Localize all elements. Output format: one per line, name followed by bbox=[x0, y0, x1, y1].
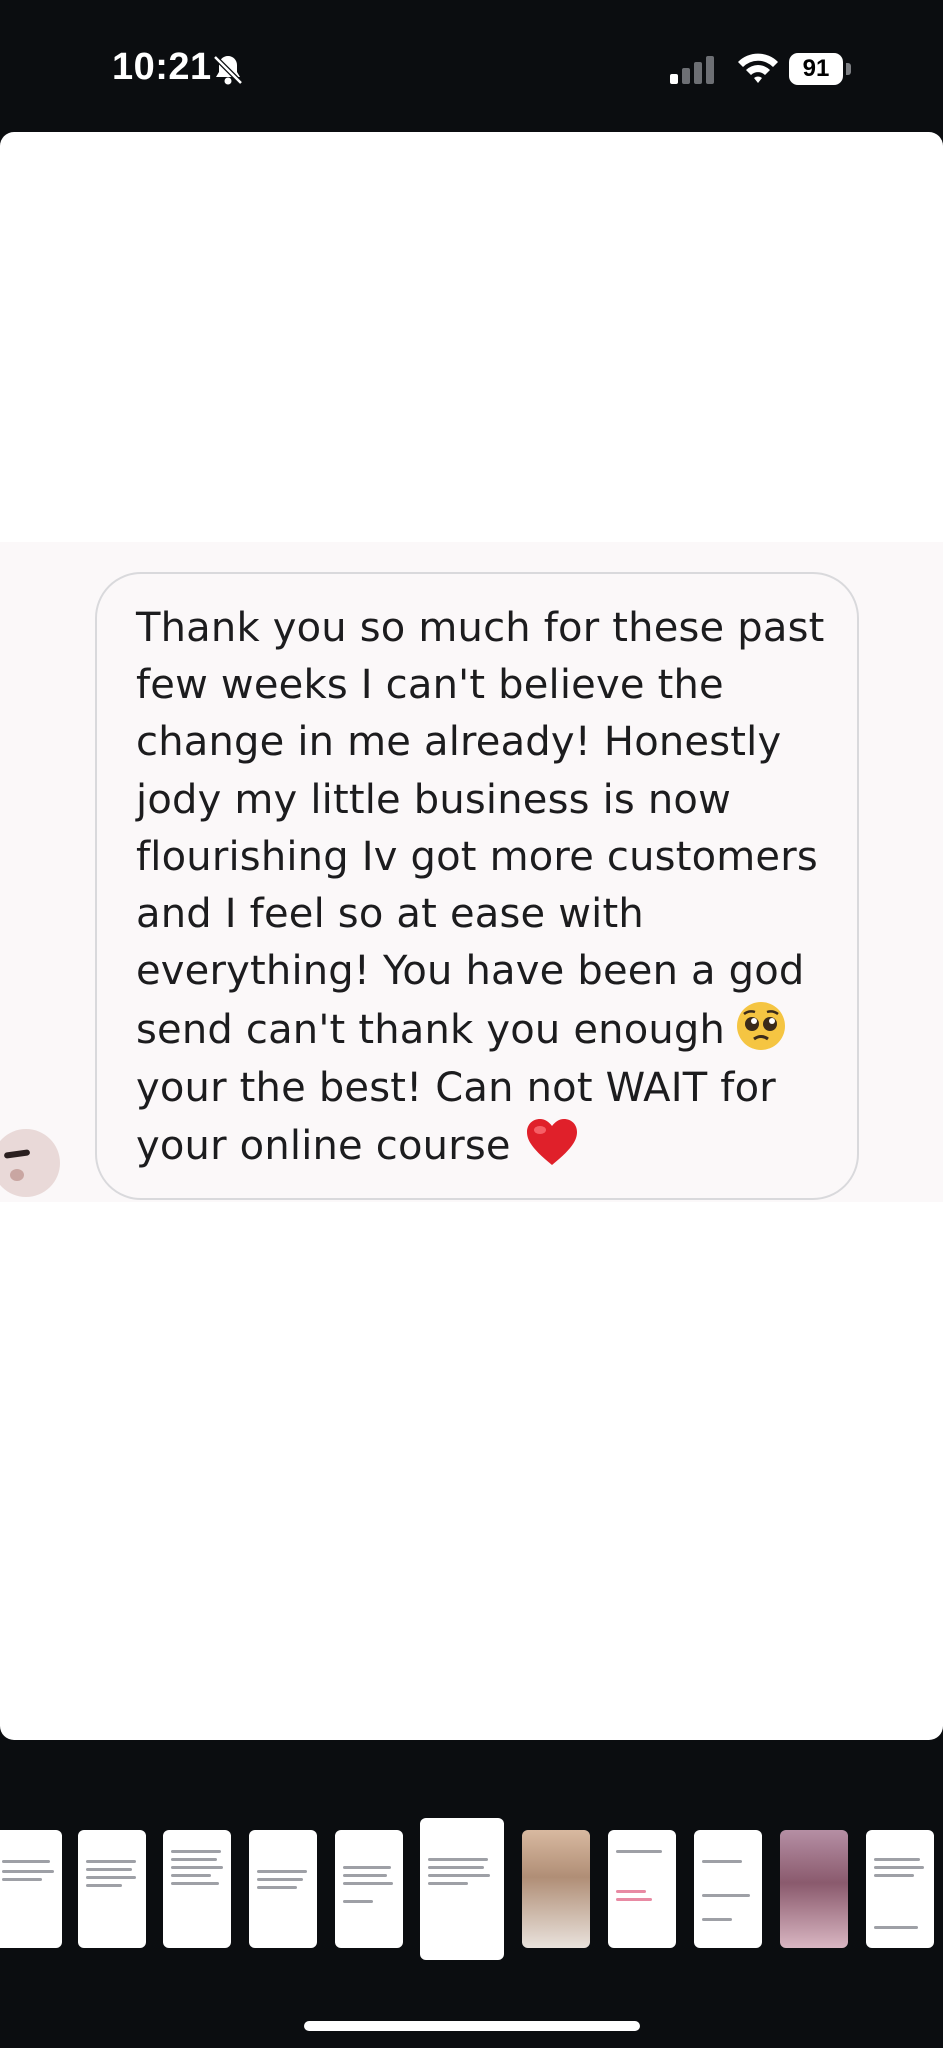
message-line: Thank you so much for these past bbox=[136, 605, 825, 651]
message-text: Thank you so much for these past few wee… bbox=[136, 600, 836, 1175]
story-thumbnail[interactable] bbox=[0, 1830, 62, 1948]
story-thumbnail[interactable] bbox=[866, 1830, 934, 1948]
story-thumbnail[interactable] bbox=[335, 1830, 403, 1948]
avatar-detail bbox=[3, 1149, 31, 1159]
message-line: jody my little business is now bbox=[136, 776, 732, 823]
battery-icon: 91 bbox=[789, 53, 843, 85]
bell-off-icon bbox=[213, 55, 243, 85]
wifi-icon bbox=[738, 53, 778, 83]
message-line: your the best! Can not WAIT for bbox=[136, 1064, 776, 1111]
battery-tip bbox=[846, 63, 851, 75]
story-thumbnail[interactable] bbox=[780, 1830, 848, 1948]
message-line: send can't thank you enough bbox=[136, 1007, 726, 1054]
story-thumbnail[interactable] bbox=[163, 1830, 231, 1948]
red-heart-emoji bbox=[526, 1118, 577, 1165]
message-line-with-emoji: send can't thank you enough bbox=[136, 1000, 836, 1059]
message-line: change in me already! Honestly bbox=[136, 719, 782, 766]
story-thumbnail[interactable] bbox=[694, 1830, 762, 1948]
story-thumbnail-active[interactable] bbox=[420, 1818, 504, 1960]
status-bar: 10:21 91 bbox=[0, 0, 943, 130]
avatar-detail bbox=[10, 1169, 24, 1181]
home-indicator[interactable] bbox=[304, 2021, 640, 2031]
story-thumbnail[interactable] bbox=[608, 1830, 676, 1948]
message-line: everything! You have been a god bbox=[136, 948, 805, 995]
story-thumbnail[interactable] bbox=[522, 1830, 590, 1948]
status-time: 10:21 bbox=[112, 46, 212, 88]
message-line: few weeks I can't believe the bbox=[136, 662, 724, 709]
story-thumbnail[interactable] bbox=[78, 1830, 146, 1948]
message-line-with-emoji: your online course bbox=[136, 1117, 836, 1175]
pleading-face-emoji bbox=[737, 1002, 786, 1051]
story-thumbnail[interactable] bbox=[249, 1830, 317, 1948]
cellular-signal-icon bbox=[670, 56, 714, 84]
message-line: flourishing Iv got more customers bbox=[136, 833, 818, 880]
message-line: and I feel so at ease with bbox=[136, 891, 644, 938]
message-line: your online course bbox=[136, 1122, 511, 1169]
story-card[interactable]: Thank you so much for these past few wee… bbox=[0, 132, 943, 1740]
story-thumbnail-strip bbox=[0, 1818, 943, 1968]
